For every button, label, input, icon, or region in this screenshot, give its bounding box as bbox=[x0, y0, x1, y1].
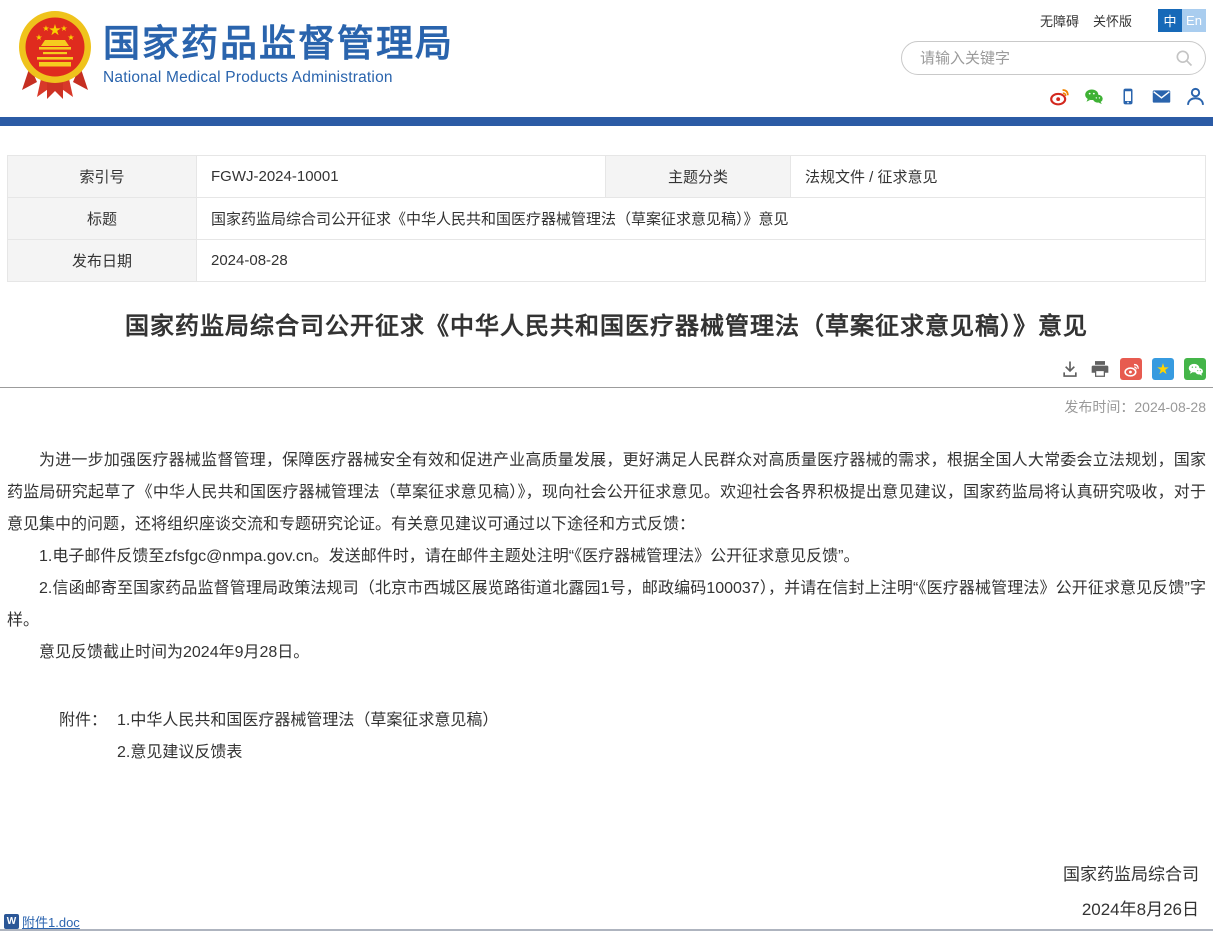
signature-date: 2024年8月26日 bbox=[1063, 892, 1199, 927]
weibo-icon[interactable] bbox=[1049, 86, 1070, 107]
wechat-icon[interactable] bbox=[1083, 86, 1104, 107]
svg-text:★: ★ bbox=[67, 33, 74, 42]
page-title: 国家药监局综合司公开征求《中华人民共和国医疗器械管理法（草案征求意见稿）》意见 bbox=[0, 306, 1213, 341]
svg-text:★: ★ bbox=[60, 24, 67, 33]
user-icon[interactable] bbox=[1185, 86, 1206, 107]
title-value: 国家药监局综合司公开征求《中华人民共和国医疗器械管理法（草案征求意见稿）》意见 bbox=[197, 198, 1206, 240]
category-label: 主题分类 bbox=[606, 156, 791, 198]
download-icon[interactable] bbox=[1060, 359, 1080, 379]
agency-name-en: National Medical Products Administration bbox=[103, 69, 454, 87]
svg-text:★: ★ bbox=[42, 24, 49, 33]
publish-time: 发布时间：2024-08-28 bbox=[0, 397, 1213, 417]
paragraph: 2.信函邮寄至国家药品监督管理局政策法规司（北京市西城区展览路街道北露园1号，邮… bbox=[7, 573, 1206, 637]
title-label: 标题 bbox=[8, 198, 197, 240]
attachment-link-1[interactable]: 1.中华人民共和国医疗器械管理法（草案征求意见稿） bbox=[117, 712, 498, 729]
attachment-link-2[interactable]: 2.意见建议反馈表 bbox=[117, 744, 242, 761]
attachments-block: 附件：1.中华人民共和国医疗器械管理法（草案征求意见稿） 2.意见建议反馈表 bbox=[7, 705, 1206, 769]
header-social-icons bbox=[886, 86, 1206, 107]
paragraph: 为进一步加强医疗器械监督管理，保障医疗器械安全有效和促进产业高质量发展，更好满足… bbox=[7, 445, 1206, 541]
mobile-icon[interactable] bbox=[1117, 86, 1138, 107]
language-switcher: 中 En bbox=[1158, 9, 1206, 32]
search-icon[interactable] bbox=[1174, 48, 1194, 73]
top-links: 无障碍 关怀版 中 En bbox=[886, 8, 1206, 32]
care-version-link[interactable]: 关怀版 bbox=[1093, 11, 1132, 30]
search-input[interactable] bbox=[901, 41, 1206, 75]
signature-block: 国家药监局综合司 2024年8月26日 bbox=[1063, 857, 1199, 927]
lang-zh-tab[interactable]: 中 bbox=[1158, 9, 1182, 32]
date-value: 2024-08-28 bbox=[197, 240, 1206, 282]
lang-en-tab[interactable]: En bbox=[1182, 9, 1206, 32]
svg-text:★: ★ bbox=[35, 33, 42, 42]
index-value: FGWJ-2024-10001 bbox=[197, 156, 606, 198]
document-meta-table: 索引号 FGWJ-2024-10001 主题分类 法规文件 / 征求意见 标题 … bbox=[7, 155, 1206, 282]
header-divider-bar bbox=[0, 117, 1213, 126]
table-row: 索引号 FGWJ-2024-10001 主题分类 法规文件 / 征求意见 bbox=[8, 156, 1206, 198]
table-row: 标题 国家药监局综合司公开征求《中华人民共和国医疗器械管理法（草案征求意见稿）》… bbox=[8, 198, 1206, 240]
header-right: 无障碍 关怀版 中 En bbox=[886, 8, 1206, 107]
title-divider bbox=[0, 387, 1213, 388]
agency-name-block: 国家药品监督管理局 National Medical Products Admi… bbox=[103, 24, 454, 87]
attachment-label: 附件： bbox=[59, 705, 117, 737]
paragraph: 意见反馈截止时间为2024年9月28日。 bbox=[7, 637, 1206, 669]
table-row: 发布日期 2024-08-28 bbox=[8, 240, 1206, 282]
national-emblem-icon: ★ ★ ★ ★ ★ bbox=[18, 10, 92, 102]
word-doc-icon: W bbox=[4, 914, 19, 929]
accessibility-link[interactable]: 无障碍 bbox=[1040, 11, 1079, 30]
category-value: 法规文件 / 征求意见 bbox=[791, 156, 1206, 198]
print-icon[interactable] bbox=[1090, 359, 1110, 379]
article-toolbar: ★ bbox=[7, 357, 1206, 381]
date-label: 发布日期 bbox=[8, 240, 197, 282]
mail-icon[interactable] bbox=[1151, 86, 1172, 107]
agency-name-zh: 国家药品监督管理局 bbox=[103, 24, 454, 64]
share-wechat-icon[interactable] bbox=[1184, 358, 1206, 380]
footer-top-border bbox=[0, 929, 1213, 931]
attachment-line: 2.意见建议反馈表 bbox=[59, 737, 1206, 769]
star-glyph: ★ bbox=[1156, 362, 1169, 377]
share-qzone-icon[interactable]: ★ bbox=[1152, 358, 1174, 380]
attachment-line: 附件：1.中华人民共和国医疗器械管理法（草案征求意见稿） bbox=[59, 705, 1206, 737]
page: ★ ★ ★ ★ ★ 国家药品监督管理局 National Medical Pro… bbox=[0, 0, 1213, 933]
paragraph: 1.电子邮件反馈至zfsfgc@nmpa.gov.cn。发送邮件时，请在邮件主题… bbox=[7, 541, 1206, 573]
national-emblem-logo: ★ ★ ★ ★ ★ bbox=[18, 10, 92, 107]
index-label: 索引号 bbox=[8, 156, 197, 198]
search-box bbox=[901, 41, 1206, 75]
site-header: ★ ★ ★ ★ ★ 国家药品监督管理局 National Medical Pro… bbox=[0, 0, 1213, 117]
signature-org: 国家药监局综合司 bbox=[1063, 857, 1199, 892]
share-weibo-icon[interactable] bbox=[1120, 358, 1142, 380]
article-body: 为进一步加强医疗器械监督管理，保障医疗器械安全有效和促进产业高质量发展，更好满足… bbox=[7, 445, 1206, 769]
